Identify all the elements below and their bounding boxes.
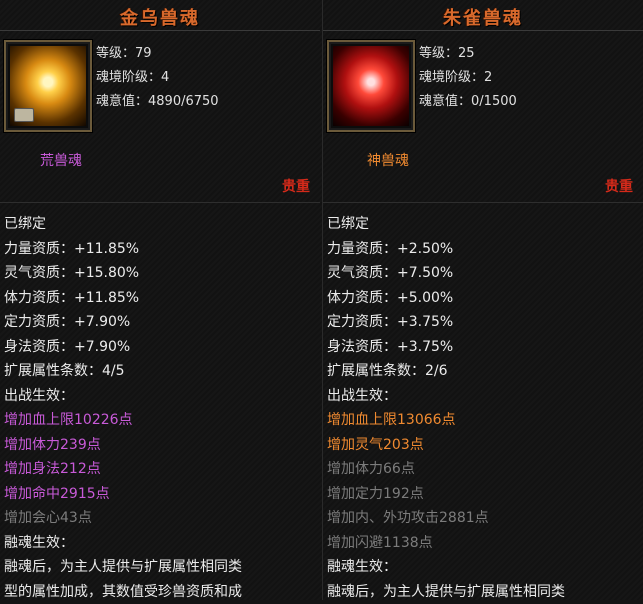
battle-effect-line: 增加血上限13066点 [327,408,565,433]
aptitude-line: 身法资质：+7.90% [4,335,242,360]
fusion-effect-heading: 融魂生效： [4,531,242,556]
vermilion-bird-art [333,46,409,126]
intent-value: 0/1500 [471,94,517,109]
battle-effect-heading: 出战生效： [327,384,565,409]
aptitude-line: 体力资质：+11.85% [4,286,242,311]
level-row: 等级：79 [96,42,219,66]
left-soul-tooltip: 金乌兽魂 等级：79 魂境阶级：4 魂意值：4890/6750 荒兽魂 贵重 已… [0,0,320,600]
soul-stats: 等级：79 魂境阶级：4 魂意值：4890/6750 [96,42,219,114]
battle-effect-line: 增加灵气203点 [327,433,565,458]
divider [323,202,643,203]
realm-value: 2 [484,70,492,85]
intent-row: 魂意值：0/1500 [419,90,517,114]
battle-effect-line: 增加体力239点 [4,433,242,458]
battle-effect-line: 增加体力66点 [327,457,565,482]
attribute-list: 已绑定力量资质：+2.50%灵气资质：+7.50%体力资质：+5.00%定力资质… [327,212,565,604]
aptitude-line: 灵气资质：+7.50% [327,261,565,286]
aptitude-line: 力量资质：+11.85% [4,237,242,262]
battle-effect-line: 增加闪避1138点 [327,531,565,556]
battle-effect-line: 增加身法212点 [4,457,242,482]
battle-effect-line: 增加内、外功攻击2881点 [327,506,565,531]
aptitude-line: 定力资质：+3.75% [327,310,565,335]
level-value: 25 [458,46,475,61]
battle-effect-line: 增加定力192点 [327,482,565,507]
level-value: 79 [135,46,152,61]
battle-effect-line: 增加会心43点 [4,506,242,531]
realm-value: 4 [161,70,169,85]
divider [0,202,320,203]
intent-row: 魂意值：4890/6750 [96,90,219,114]
battle-effect-heading: 出战生效： [4,384,242,409]
quality-label: 贵重 [605,176,633,196]
aptitude-line: 灵气资质：+15.80% [4,261,242,286]
level-row: 等级：25 [419,42,517,66]
soul-title: 金乌兽魂 [0,4,320,30]
realm-row: 魂境阶级：4 [96,66,219,90]
pet-soul-compare-panel: 金乌兽魂 等级：79 魂境阶级：4 魂意值：4890/6750 荒兽魂 贵重 已… [0,0,643,600]
aptitude-line: 扩展属性条数：4/5 [4,359,242,384]
aptitude-line: 身法资质：+3.75% [327,335,565,360]
aptitude-line: 定力资质：+7.90% [4,310,242,335]
aptitude-line: 体力资质：+5.00% [327,286,565,311]
aptitude-line: 力量资质：+2.50% [327,237,565,262]
attribute-list: 已绑定力量资质：+11.85%灵气资质：+15.80%体力资质：+11.85%定… [4,212,242,604]
fusion-description-line: 融魂后，为主人提供与扩展属性相同类 [4,555,242,580]
golden-crow-soul-icon[interactable] [4,40,92,132]
soul-type-label: 神兽魂 [367,150,409,170]
quality-label: 贵重 [282,176,310,196]
soul-title: 朱雀兽魂 [323,4,643,30]
vermilion-bird-soul-icon[interactable] [327,40,415,132]
right-soul-tooltip: 朱雀兽魂 等级：25 魂境阶级：2 魂意值：0/1500 神兽魂 贵重 已绑定力… [322,0,643,600]
bound-status: 已绑定 [4,212,242,237]
soul-type-label: 荒兽魂 [40,150,82,170]
bound-lock-icon [14,108,34,122]
fusion-description-line: 型的属性加成，其数值受珍兽资质和成 [4,580,242,604]
battle-effect-line: 增加命中2915点 [4,482,242,507]
battle-effect-line: 增加血上限10226点 [4,408,242,433]
divider [0,30,320,31]
bound-status: 已绑定 [327,212,565,237]
aptitude-line: 扩展属性条数：2/6 [327,359,565,384]
fusion-effect-heading: 融魂生效： [327,555,565,580]
soul-stats: 等级：25 魂境阶级：2 魂意值：0/1500 [419,42,517,114]
divider [323,30,643,31]
realm-row: 魂境阶级：2 [419,66,517,90]
intent-value: 4890/6750 [148,94,219,109]
fusion-description-line: 融魂后，为主人提供与扩展属性相同类 [327,580,565,604]
